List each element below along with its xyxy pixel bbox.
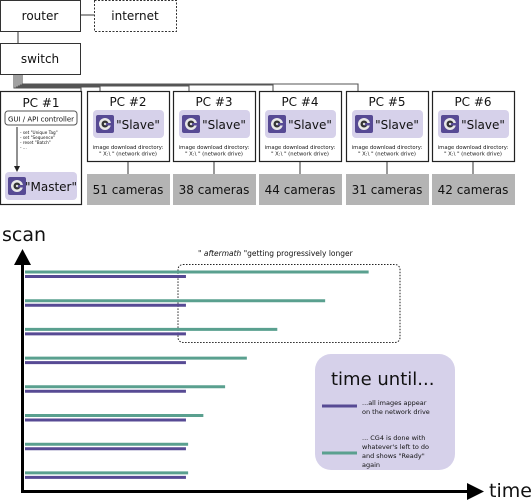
switch-label: switch — [21, 52, 59, 66]
pc-title: PC #3 — [195, 95, 232, 109]
camera-count: 51 cameras — [93, 183, 164, 197]
network-cable — [19, 75, 274, 91]
role-label: "Slave" — [375, 118, 419, 132]
download-dir-label: image download directory: — [93, 145, 164, 151]
pc-title: PC #4 — [281, 95, 318, 109]
cg4-app-icon — [182, 115, 200, 133]
cg4-app-icon — [355, 115, 373, 133]
cg4-app-icon — [268, 115, 286, 133]
pc-slave: PC #3 "Slave" image download directory:" X… — [172, 90, 257, 205]
network-cable — [17, 75, 190, 91]
role-label: "Slave" — [288, 118, 332, 132]
pc-master: PC #1 GUI / API controller - set "Unique… — [0, 90, 83, 206]
download-dir-label: image download directory: — [265, 145, 336, 151]
y-axis-label: scan — [2, 224, 46, 246]
pc-title: PC #6 — [454, 95, 491, 109]
download-dir-value: " X:\ " (network drive) — [271, 152, 329, 158]
router-node: router — [0, 0, 81, 32]
camera-count: 38 cameras — [179, 183, 250, 197]
download-dir-value: " X:\ " (network drive) — [444, 152, 502, 158]
x-axis-label: time — [489, 480, 531, 500]
camera-count: 42 cameras — [438, 183, 509, 197]
legend-title: time until... — [331, 369, 434, 390]
download-dir-value: " X:\ " (network drive) — [99, 152, 157, 158]
internet-node: internet — [94, 0, 177, 32]
network-cables — [13, 75, 359, 91]
controller-label: GUI / API controller — [8, 116, 74, 124]
cg4-app-icon — [8, 177, 26, 195]
download-dir-label: image download directory: — [352, 145, 423, 151]
network-cable — [15, 75, 101, 91]
role-label: "Slave" — [202, 118, 246, 132]
internet-label: internet — [111, 9, 159, 23]
download-dir-label: image download directory: — [179, 145, 250, 151]
slave-pcs: PC #2"Slave"image download directory:" X… — [86, 90, 516, 205]
x-axis-arrow-icon — [467, 483, 484, 500]
aftermath-annotation: " aftermath "getting progressively longe… — [198, 249, 354, 258]
pc-title: PC #5 — [368, 95, 405, 109]
pc-slave: PC #2 "Slave" image download directory:" X… — [86, 90, 171, 205]
pc-title: PC #2 — [109, 95, 146, 109]
pc-slave: PC #6 "Slave" image download directory:" X… — [431, 90, 516, 205]
legend: time until... ...all images appear on the… — [315, 354, 455, 470]
switch-node: switch — [0, 43, 81, 75]
camera-count: 31 cameras — [352, 183, 423, 197]
router-label: router — [22, 9, 59, 23]
cg4-app-icon — [441, 115, 459, 133]
download-dir-value: " X:\ " (network drive) — [185, 152, 243, 158]
pc-slave: PC #5 "Slave" image download directory:" X… — [345, 90, 430, 205]
role-label: "Master" — [25, 180, 77, 194]
role-label: "Slave" — [116, 118, 160, 132]
legend-text: ...all images appear on the network drive — [362, 399, 430, 416]
cg4-app-icon — [96, 115, 114, 133]
command-item: - ... — [20, 145, 27, 150]
download-dir-label: image download directory: — [438, 145, 509, 151]
download-dir-value: " X:\ " (network drive) — [358, 152, 416, 158]
pc-slave: PC #4 "Slave" image download directory:" X… — [258, 90, 343, 205]
camera-count: 44 cameras — [265, 183, 336, 197]
network-cable — [13, 75, 82, 91]
pc-title: PC #1 — [22, 96, 59, 110]
role-label: "Slave" — [461, 118, 505, 132]
network-and-timeline-diagram: router internet switch PC #1 GUI / API c… — [0, 0, 531, 502]
network-cable — [21, 75, 359, 91]
y-axis-arrow-icon — [14, 249, 31, 265]
